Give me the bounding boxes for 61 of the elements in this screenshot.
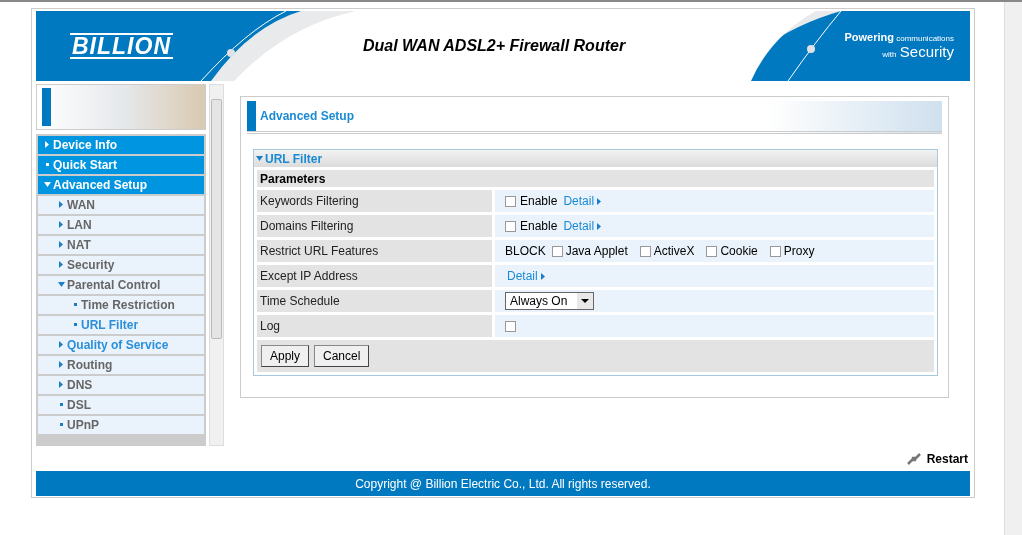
checkbox[interactable]	[769, 245, 781, 257]
field-label: Restrict URL Features	[257, 240, 492, 262]
copyright-footer: Copyright @ Billion Electric Co., Ltd. All rights reserved.	[36, 471, 970, 496]
cancel-button[interactable]: Cancel	[314, 345, 370, 367]
menu-item[interactable]: LAN	[38, 215, 204, 234]
menu-item[interactable]: Quality of Service	[38, 335, 204, 354]
arrow-icon	[597, 222, 602, 230]
block-label: BLOCK	[505, 244, 546, 258]
schedule-dropdown[interactable]: Always On	[505, 292, 595, 310]
detail-link[interactable]: Detail	[507, 269, 545, 283]
menu-item[interactable]: Quick Start	[38, 155, 204, 174]
checkbox[interactable]	[706, 245, 718, 257]
option-label: Cookie	[720, 244, 758, 258]
caret-icon	[581, 299, 590, 303]
checkbox[interactable]	[505, 195, 516, 207]
product-title: Dual WAN ADSL2+ Firewall Router	[363, 37, 626, 55]
brand-logo: BILLION	[70, 33, 173, 59]
menu-item[interactable]: Parental Control	[38, 275, 204, 294]
checkbox[interactable]	[551, 245, 563, 257]
option-label: Java Applet	[565, 244, 628, 258]
restart-link[interactable]: Restart	[926, 451, 968, 466]
menu-item[interactable]: WAN	[38, 195, 204, 214]
field-label: Domains Filtering	[257, 215, 492, 237]
menu-item[interactable]: UPnP	[38, 415, 204, 434]
option-label: Proxy	[783, 244, 815, 258]
checkbox[interactable]	[505, 320, 516, 332]
menu-item[interactable]: Time Restriction	[38, 295, 204, 314]
field-label: Except IP Address	[257, 265, 492, 287]
menu-item[interactable]: NAT	[38, 235, 204, 254]
bullet-icon	[59, 423, 63, 427]
detail-link[interactable]: Detail	[563, 194, 602, 208]
checkbox[interactable]	[639, 245, 651, 257]
page-scrollbar[interactable]	[1004, 2, 1022, 535]
accent-bar	[247, 101, 256, 131]
field-label: Time Schedule	[257, 290, 492, 312]
section-header[interactable]: URL Filter	[254, 150, 937, 167]
menu-item[interactable]: URL Filter	[38, 315, 204, 334]
bullet-icon	[59, 403, 63, 407]
parameters-header: Parameters	[257, 170, 934, 187]
bullet-icon	[45, 163, 49, 167]
arrow-icon	[597, 197, 602, 205]
bullet-icon	[73, 303, 77, 307]
bullet-icon	[73, 323, 77, 327]
menu-item[interactable]: Device Info	[38, 135, 204, 154]
tagline: Powering communications with Security	[844, 31, 954, 61]
detail-link[interactable]: Detail	[563, 219, 602, 233]
page-title: Advanced Setup	[260, 109, 355, 123]
menu-item[interactable]: Security	[38, 255, 204, 274]
field-label: Keywords Filtering	[257, 190, 492, 212]
menu-scrollbar[interactable]	[209, 84, 224, 446]
enable-label: Enable	[520, 219, 558, 233]
menu-item[interactable]: Advanced Setup	[38, 175, 204, 194]
checkbox[interactable]	[505, 220, 516, 232]
menu-item[interactable]: Routing	[38, 355, 204, 374]
enable-label: Enable	[520, 194, 558, 208]
option-label: ActiveX	[653, 244, 695, 258]
menu-item[interactable]: DSL	[38, 395, 204, 414]
field-label: Log	[257, 315, 492, 337]
menu-item[interactable]: DNS	[38, 375, 204, 394]
apply-button[interactable]: Apply	[261, 345, 310, 367]
arrow-icon	[540, 272, 545, 280]
